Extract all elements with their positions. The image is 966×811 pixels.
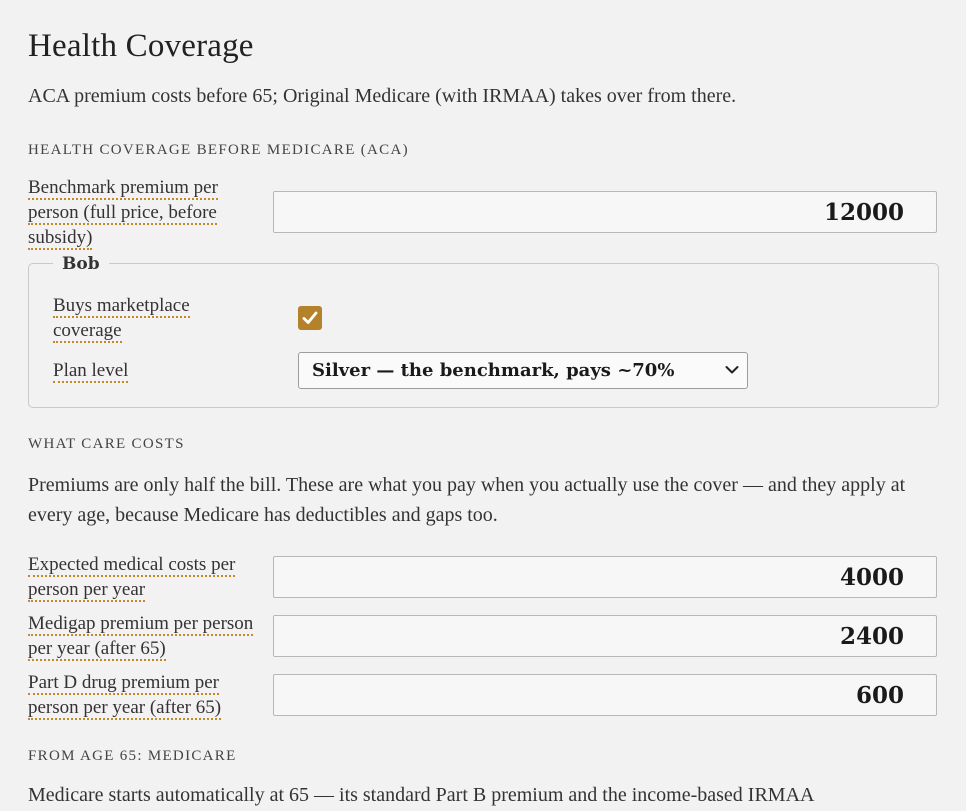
medigap-premium-input[interactable] bbox=[273, 615, 937, 657]
medicare-description: Medicare starts automatically at 65 — it… bbox=[28, 784, 815, 806]
care-costs-description: Premiums are only half the bill. These a… bbox=[28, 474, 906, 526]
checkmark-icon bbox=[302, 311, 318, 324]
page-title: Health Coverage bbox=[28, 28, 254, 64]
part-d-premium-input[interactable] bbox=[273, 674, 937, 716]
plan-level-selected-value: Silver — the benchmark, pays ~70% bbox=[312, 360, 675, 381]
benchmark-premium-label: Benchmark premium per person (full price… bbox=[28, 175, 263, 250]
person-fieldset: Bob Buys marketplace coverage Plan level… bbox=[28, 254, 939, 408]
plan-level-label-text: Plan level bbox=[53, 360, 129, 383]
medigap-premium-label-text: Medigap premium per person per year (aft… bbox=[28, 613, 254, 661]
buys-coverage-checkbox[interactable] bbox=[298, 306, 322, 330]
plan-level-select[interactable]: Silver — the benchmark, pays ~70% bbox=[298, 352, 748, 389]
person-name-legend: Bob bbox=[53, 254, 109, 274]
part-d-premium-label-text: Part D drug premium per person per year … bbox=[28, 672, 222, 720]
aca-section-heading: Health coverage before Medicare (ACA) bbox=[28, 142, 409, 158]
chevron-down-icon bbox=[725, 366, 739, 374]
care-costs-section-heading: What care costs bbox=[28, 436, 185, 452]
medical-costs-label: Expected medical costs per person per ye… bbox=[28, 552, 263, 602]
part-d-premium-label: Part D drug premium per person per year … bbox=[28, 670, 263, 720]
benchmark-premium-input[interactable] bbox=[273, 191, 937, 233]
page-intro: ACA premium costs before 65; Original Me… bbox=[28, 85, 737, 107]
medicare-section-heading: From age 65: Medicare bbox=[28, 748, 237, 764]
buys-coverage-label-text: Buys marketplace coverage bbox=[53, 295, 190, 343]
medical-costs-input[interactable] bbox=[273, 556, 937, 598]
benchmark-premium-label-text: Benchmark premium per person (full price… bbox=[28, 177, 218, 250]
plan-level-label: Plan level bbox=[53, 358, 253, 383]
medical-costs-label-text: Expected medical costs per person per ye… bbox=[28, 554, 236, 602]
medigap-premium-label: Medigap premium per person per year (aft… bbox=[28, 611, 263, 661]
buys-coverage-label: Buys marketplace coverage bbox=[53, 293, 253, 343]
